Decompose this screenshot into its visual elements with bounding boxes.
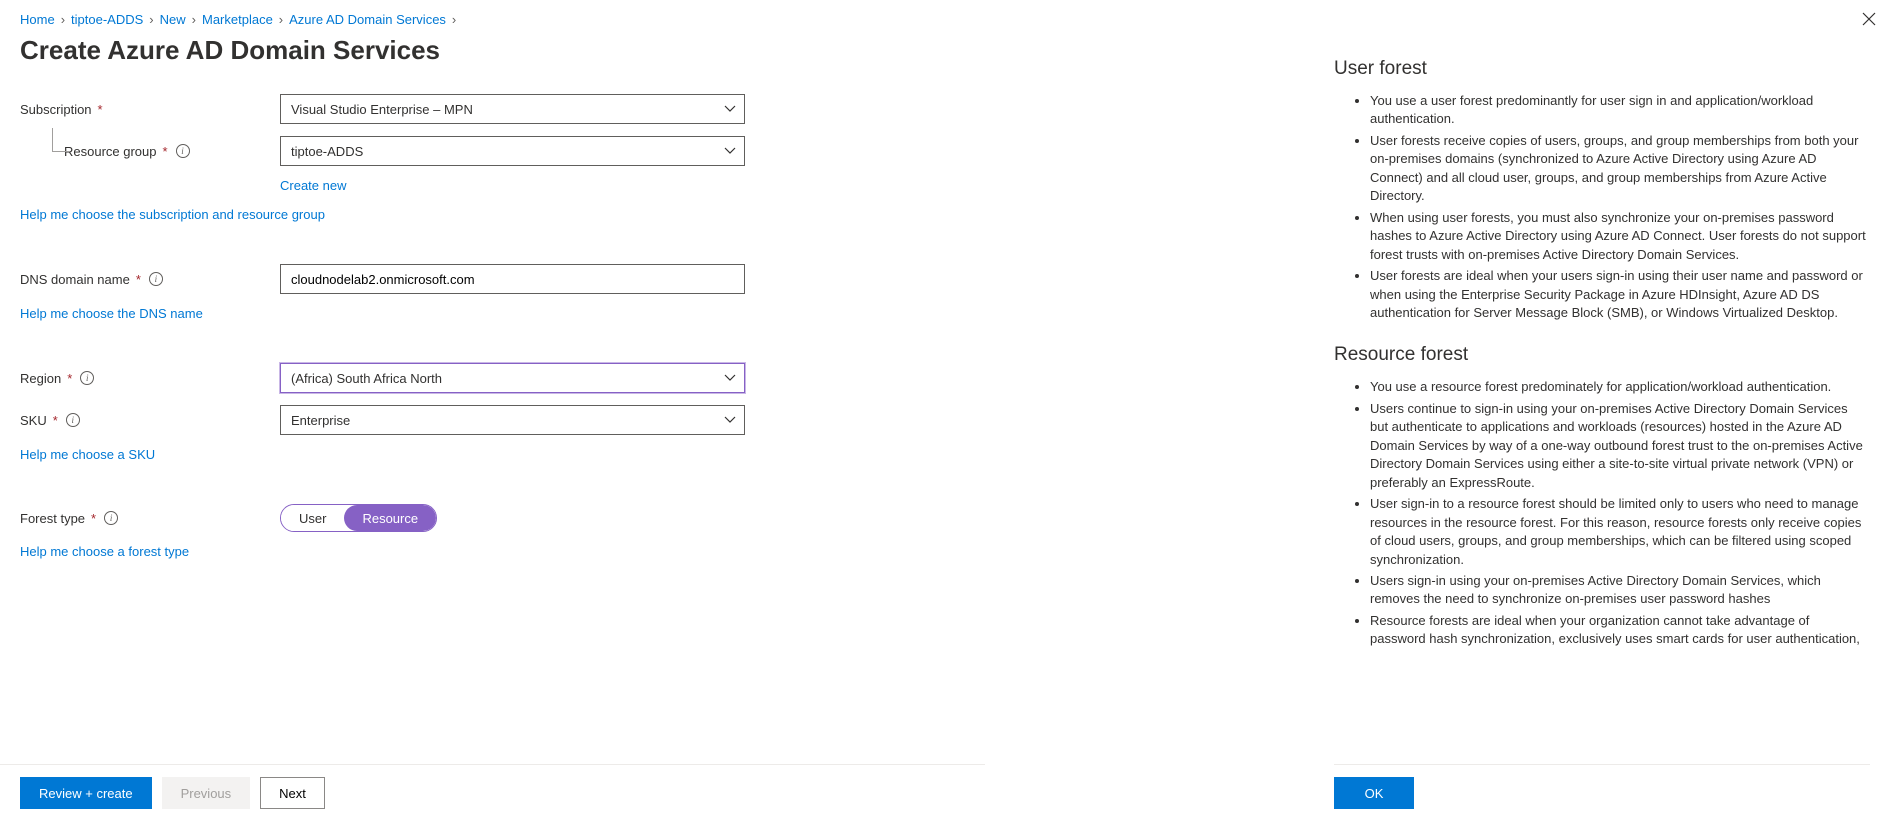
info-icon[interactable]: i <box>80 371 94 385</box>
help-sku-link[interactable]: Help me choose a SKU <box>20 447 155 462</box>
chevron-right-icon: › <box>452 12 456 27</box>
breadcrumb-link[interactable]: Marketplace <box>202 12 273 27</box>
user-forest-list: You use a user forest predominantly for … <box>1334 92 1866 322</box>
region-row: Region * i (Africa) South Africa North <box>20 363 965 393</box>
dns-label: DNS domain name <box>20 272 130 287</box>
resource-group-select[interactable]: tiptoe-ADDS <box>280 136 745 166</box>
help-subscription-rg-link[interactable]: Help me choose the subscription and reso… <box>20 207 325 222</box>
chevron-right-icon: › <box>149 12 153 27</box>
sku-label: SKU <box>20 413 47 428</box>
help-dns-link[interactable]: Help me choose the DNS name <box>20 306 203 321</box>
list-item: Users continue to sign-in using your on-… <box>1370 400 1866 492</box>
forest-type-label: Forest type <box>20 511 85 526</box>
subscription-value: Visual Studio Enterprise – MPN <box>291 102 473 117</box>
create-new-link[interactable]: Create new <box>280 178 346 193</box>
list-item: You use a resource forest predominately … <box>1370 378 1866 396</box>
sku-value: Enterprise <box>291 413 350 428</box>
required-icon: * <box>98 102 103 117</box>
breadcrumb-link[interactable]: Home <box>20 12 55 27</box>
required-icon: * <box>67 371 72 386</box>
chevron-right-icon: › <box>192 12 196 27</box>
info-icon[interactable]: i <box>176 144 190 158</box>
forest-toggle-resource[interactable]: Resource <box>344 505 436 531</box>
resource-group-value: tiptoe-ADDS <box>291 144 363 159</box>
panel-footer: OK <box>1334 764 1870 821</box>
list-item: You use a user forest predominantly for … <box>1370 92 1866 129</box>
dns-row: DNS domain name * i <box>20 264 965 294</box>
chevron-down-icon <box>724 414 736 429</box>
breadcrumb-link[interactable]: New <box>160 12 186 27</box>
list-item: When using user forests, you must also s… <box>1370 209 1866 264</box>
sku-select[interactable]: Enterprise <box>280 405 745 435</box>
list-item: User sign-in to a resource forest should… <box>1370 495 1866 569</box>
subscription-label: Subscription <box>20 102 92 117</box>
subscription-row: Subscription * Visual Studio Enterprise … <box>20 94 965 124</box>
tree-connector-icon <box>52 128 70 152</box>
breadcrumb: Home › tiptoe-ADDS › New › Marketplace › Azu… <box>20 12 965 27</box>
breadcrumb-link[interactable]: tiptoe-ADDS <box>71 12 143 27</box>
region-label: Region <box>20 371 61 386</box>
chevron-right-icon: › <box>61 12 65 27</box>
close-icon[interactable] <box>1858 8 1880 35</box>
info-icon[interactable]: i <box>149 272 163 286</box>
region-select[interactable]: (Africa) South Africa North <box>280 363 745 393</box>
region-value: (Africa) South Africa North <box>291 371 442 386</box>
chevron-down-icon <box>724 372 736 387</box>
required-icon: * <box>53 413 58 428</box>
subscription-select[interactable]: Visual Studio Enterprise – MPN <box>280 94 745 124</box>
list-item: Users sign-in using your on-premises Act… <box>1370 572 1866 609</box>
panel-body: User forest You use a user forest predom… <box>1334 16 1870 764</box>
ok-button[interactable]: OK <box>1334 777 1414 809</box>
dns-input[interactable] <box>280 264 745 294</box>
forest-toggle-user[interactable]: User <box>281 505 344 531</box>
help-panel: User forest You use a user forest predom… <box>1314 0 1890 821</box>
required-icon: * <box>91 511 96 526</box>
page-title: Create Azure AD Domain Services <box>20 35 965 66</box>
resource-group-label: Resource group <box>64 144 157 159</box>
list-item: Resource forests are ideal when your org… <box>1370 612 1866 649</box>
panel-heading-user-forest: User forest <box>1334 58 1866 80</box>
chevron-right-icon: › <box>279 12 283 27</box>
footer: Review + create Previous Next <box>0 764 985 821</box>
chevron-down-icon <box>724 145 736 160</box>
info-icon[interactable]: i <box>66 413 80 427</box>
panel-heading-resource-forest: Resource forest <box>1334 344 1866 366</box>
required-icon: * <box>136 272 141 287</box>
help-forest-link[interactable]: Help me choose a forest type <box>20 544 189 559</box>
info-icon[interactable]: i <box>104 511 118 525</box>
forest-type-toggle: User Resource <box>280 504 437 532</box>
chevron-down-icon <box>724 103 736 118</box>
review-create-button[interactable]: Review + create <box>20 777 152 809</box>
list-item: User forests receive copies of users, gr… <box>1370 132 1866 206</box>
previous-button[interactable]: Previous <box>162 777 251 809</box>
forest-type-row: Forest type * i User Resource <box>20 504 965 532</box>
resource-forest-list: You use a resource forest predominately … <box>1334 378 1866 648</box>
sku-row: SKU * i Enterprise <box>20 405 965 435</box>
list-item: User forests are ideal when your users s… <box>1370 267 1866 322</box>
resource-group-row: Resource group * i tiptoe-ADDS <box>20 136 965 166</box>
breadcrumb-link[interactable]: Azure AD Domain Services <box>289 12 446 27</box>
required-icon: * <box>163 144 168 159</box>
next-button[interactable]: Next <box>260 777 325 809</box>
main-form-area: Home › tiptoe-ADDS › New › Marketplace › Azu… <box>0 0 985 821</box>
